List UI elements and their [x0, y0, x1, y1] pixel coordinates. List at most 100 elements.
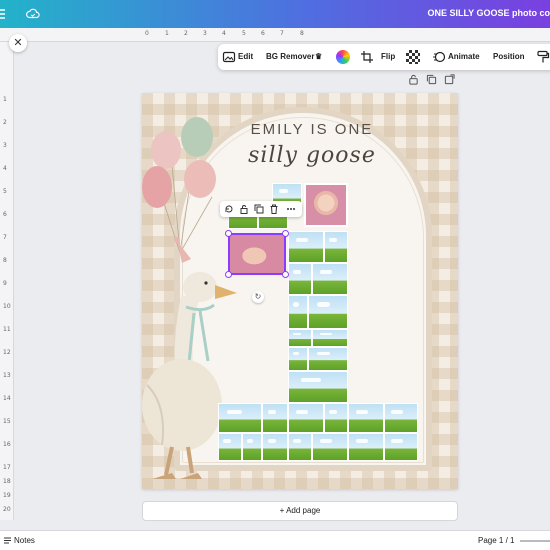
- position-button[interactable]: Position: [493, 44, 525, 70]
- image-toolbar: Edit BG Remover ♛ Flip Animate Position: [218, 44, 550, 70]
- element-quick-toolbar: [220, 201, 302, 217]
- menu-icon[interactable]: [0, 8, 6, 20]
- transparency-icon[interactable]: [406, 50, 420, 64]
- photo-placeholder-tile[interactable]: [348, 433, 384, 461]
- ruler-tick: 4: [222, 30, 226, 37]
- ruler-tick: 16: [3, 441, 11, 448]
- animate-icon: [433, 51, 446, 63]
- flip-button[interactable]: Flip: [381, 44, 395, 70]
- resize-handle[interactable]: [282, 230, 289, 237]
- lock-icon[interactable]: [408, 74, 419, 85]
- notes-icon: [4, 537, 11, 544]
- delete-icon[interactable]: [269, 204, 279, 214]
- photo-placeholder-tile[interactable]: [308, 347, 348, 371]
- photo-placeholder-tile[interactable]: [262, 433, 288, 461]
- ruler-tick: 10: [3, 303, 11, 310]
- ruler-tick: 6: [3, 211, 7, 218]
- notes-button[interactable]: Notes: [14, 536, 35, 545]
- selection-frame[interactable]: [225, 230, 289, 278]
- photo-placeholder-tile[interactable]: [312, 433, 348, 461]
- ruler-tick: 2: [3, 119, 7, 126]
- photo-placeholder-tile[interactable]: [288, 371, 348, 403]
- ruler-tick: 0: [145, 30, 149, 37]
- script-heading-text[interactable]: silly goose: [212, 143, 412, 168]
- crown-icon: ♛: [315, 52, 323, 61]
- document-title[interactable]: ONE SILLY GOOSE photo co: [427, 8, 550, 18]
- photo-placeholder-tile[interactable]: [324, 403, 348, 433]
- rotate-handle[interactable]: ↻: [252, 291, 264, 303]
- photo-placeholder-tile[interactable]: [218, 433, 242, 461]
- duplicate-icon[interactable]: [254, 204, 264, 214]
- ruler-tick: 17: [3, 464, 11, 471]
- ruler-tick: 4: [3, 165, 7, 172]
- photo-placeholder-tile[interactable]: [288, 231, 324, 263]
- heading-text[interactable]: EMILY IS ONE: [212, 121, 412, 138]
- ruler-tick: 6: [261, 30, 265, 37]
- baby-photo[interactable]: [304, 183, 348, 227]
- close-icon: ✕: [13, 37, 23, 49]
- more-options-icon[interactable]: [286, 204, 296, 214]
- resize-handle[interactable]: [225, 271, 232, 278]
- edit-button[interactable]: Edit: [238, 44, 253, 70]
- photo-placeholder-tile[interactable]: [312, 329, 348, 347]
- photo-placeholder-tile[interactable]: [348, 403, 384, 433]
- photo-placeholder-tile[interactable]: [288, 403, 324, 433]
- duplicate-page-icon[interactable]: [426, 74, 437, 85]
- photo-placeholder-tile[interactable]: [288, 329, 312, 347]
- photo-placeholder-tile[interactable]: [242, 433, 262, 461]
- ruler-tick: 8: [3, 257, 7, 264]
- ruler-tick: 8: [300, 30, 304, 37]
- ruler-tick: 18: [3, 478, 11, 485]
- lock-icon[interactable]: [239, 204, 249, 214]
- paint-roller-icon[interactable]: [536, 50, 550, 64]
- ruler-tick: 15: [3, 418, 11, 425]
- status-bar: Notes Page 1 / 1: [0, 530, 550, 550]
- color-picker-button[interactable]: [336, 50, 350, 64]
- top-header-bar: ONE SILLY GOOSE photo co: [0, 0, 550, 28]
- rotate-icon: ↻: [254, 292, 262, 301]
- horizontal-ruler: 0 1 2 3 4 5 6 7 8: [0, 28, 550, 42]
- add-page-button[interactable]: + Add page: [142, 501, 458, 521]
- ruler-tick: 7: [3, 234, 7, 241]
- photo-placeholder-tile[interactable]: [288, 295, 308, 329]
- ruler-tick: 2: [184, 30, 188, 37]
- photo-placeholder-tile[interactable]: [288, 347, 308, 371]
- ruler-tick: 5: [3, 188, 7, 195]
- photo-placeholder-tile[interactable]: [384, 433, 418, 461]
- cloud-saved-icon[interactable]: [26, 7, 40, 21]
- photo-placeholder-tile[interactable]: [288, 263, 312, 295]
- zoom-slider[interactable]: [520, 540, 550, 542]
- photo-placeholder-tile[interactable]: [308, 295, 348, 329]
- animate-button[interactable]: Animate: [448, 44, 480, 70]
- close-button[interactable]: ✕: [9, 34, 27, 52]
- ruler-tick: 14: [3, 395, 11, 402]
- ruler-tick: 3: [3, 142, 7, 149]
- photo-placeholder-tile[interactable]: [218, 403, 262, 433]
- page-indicator[interactable]: Page 1 / 1: [478, 536, 514, 545]
- ruler-tick: 1: [165, 30, 169, 37]
- ruler-tick: 3: [203, 30, 207, 37]
- design-page[interactable]: EMILY IS ONE silly goose ↻: [142, 93, 458, 489]
- ruler-tick: 19: [3, 492, 11, 499]
- resize-handle[interactable]: [282, 271, 289, 278]
- add-page-icon[interactable]: [444, 74, 455, 85]
- page-actions: [405, 74, 455, 88]
- replace-icon[interactable]: [224, 204, 234, 214]
- resize-handle[interactable]: [225, 230, 232, 237]
- edit-image-icon: [222, 51, 236, 63]
- photo-placeholder-tile[interactable]: [312, 263, 348, 295]
- ruler-tick: 5: [242, 30, 246, 37]
- ruler-tick: 9: [3, 280, 7, 287]
- photo-placeholder-tile[interactable]: [288, 433, 312, 461]
- photo-placeholder-tile[interactable]: [262, 403, 288, 433]
- ruler-tick: 1: [3, 96, 7, 103]
- bg-remover-button[interactable]: BG Remover: [266, 44, 314, 70]
- photo-placeholder-tile[interactable]: [384, 403, 418, 433]
- vertical-ruler: 1 2 3 4 5 6 7 8 9 10 11 12 13 14 15 16 1…: [0, 42, 14, 520]
- ruler-tick: 11: [3, 326, 11, 333]
- ruler-tick: 13: [3, 372, 11, 379]
- crop-icon[interactable]: [360, 50, 374, 64]
- ruler-tick: 20: [3, 506, 11, 513]
- photo-placeholder-tile[interactable]: [324, 231, 348, 263]
- ruler-tick: 7: [280, 30, 284, 37]
